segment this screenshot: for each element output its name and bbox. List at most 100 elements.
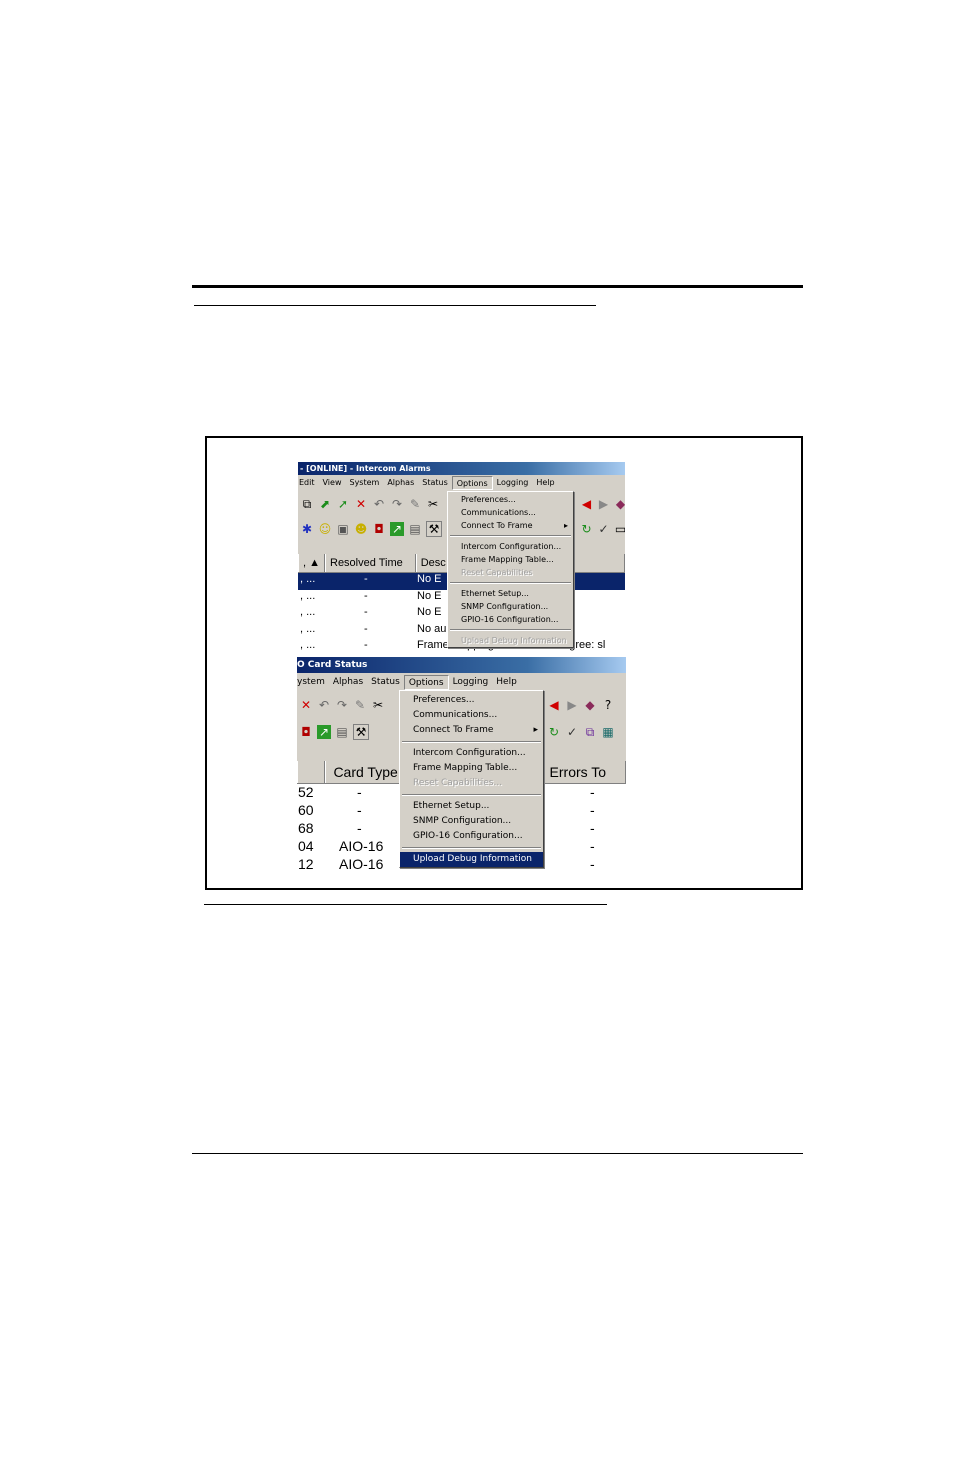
refresh-icon[interactable]: ↻ bbox=[580, 522, 593, 536]
cut-icon[interactable]: ✂ bbox=[426, 497, 440, 511]
star-icon[interactable]: ✱ bbox=[300, 522, 314, 536]
submenu-arrow-icon: ▸ bbox=[533, 725, 538, 735]
pencil-icon[interactable]: ✎ bbox=[353, 698, 367, 712]
pencil-icon[interactable]: ✎ bbox=[408, 497, 422, 511]
menu-item-reset-capabilities: Reset Capabilities... bbox=[413, 778, 503, 788]
window-title: - [ONLINE] - Intercom Alarms bbox=[300, 464, 431, 473]
arrow-icon[interactable]: ➚ bbox=[336, 497, 350, 511]
book-icon[interactable]: ◆ bbox=[614, 497, 625, 511]
col-header-resolved-time[interactable]: Resolved Time bbox=[325, 554, 416, 572]
menu-system[interactable]: System bbox=[345, 476, 383, 490]
redo-icon[interactable]: ↷ bbox=[335, 698, 349, 712]
redo-icon[interactable]: ↷ bbox=[390, 497, 404, 511]
clipboard-icon[interactable]: ▤ bbox=[335, 725, 349, 739]
menu-alphas[interactable]: Alphas bbox=[383, 476, 418, 490]
menu-item-reset-capabilities: Reset Capabilities bbox=[461, 568, 533, 577]
spellcheck-icon[interactable]: ✓ bbox=[565, 725, 579, 739]
tools-icon[interactable]: ⚒ bbox=[353, 724, 369, 740]
refresh-icon[interactable]: ↻ bbox=[547, 725, 561, 739]
toolbar-2-right: ↻ ✓ ⧉ ▦ bbox=[545, 720, 626, 744]
menu-separator bbox=[450, 535, 571, 537]
menu-item-upload-debug-information: Upload Debug Information bbox=[461, 636, 567, 645]
delete-icon[interactable]: ✕ bbox=[354, 497, 368, 511]
cut-icon[interactable]: ✂ bbox=[371, 698, 385, 712]
book-icon[interactable]: ◆ bbox=[583, 698, 597, 712]
menu-item-communications[interactable]: Communications... bbox=[448, 506, 573, 519]
menu-separator bbox=[450, 629, 571, 631]
caption-bottom-rule bbox=[204, 904, 607, 905]
menu-status[interactable]: Status bbox=[418, 476, 452, 490]
back-arrow-icon[interactable]: ◀ bbox=[547, 698, 561, 712]
menu-view[interactable]: View bbox=[319, 476, 346, 490]
green-box-icon[interactable]: ↗ bbox=[390, 522, 404, 536]
forward-arrow-icon[interactable]: ▶ bbox=[597, 497, 610, 511]
export-icon[interactable]: ⬈ bbox=[318, 497, 332, 511]
col-header-errors[interactable]: Errors To bbox=[540, 761, 626, 783]
back-arrow-icon[interactable]: ◀ bbox=[580, 497, 593, 511]
menu-item-gpio16-configuration[interactable]: GPIO-16 Configuration... bbox=[400, 829, 543, 844]
menu-alphas[interactable]: Alphas bbox=[329, 675, 367, 690]
padlock-icon[interactable]: ◘ bbox=[372, 522, 386, 536]
menu-help[interactable]: Help bbox=[532, 476, 558, 490]
help-cursor-icon[interactable]: ? bbox=[601, 698, 615, 712]
menu-bar: Edit View System Alphas Status Options L… bbox=[298, 476, 625, 490]
toolbar-1-right: ◀ ▶ ◆ ? bbox=[545, 693, 626, 717]
menu-status[interactable]: Status bbox=[367, 675, 404, 690]
menu-logging[interactable]: Logging bbox=[493, 476, 533, 490]
menu-item-gpio16-configuration[interactable]: GPIO-16 Configuration... bbox=[448, 613, 573, 626]
copy-icon[interactable]: ⧉ bbox=[583, 725, 597, 739]
users-icon[interactable]: ☻ bbox=[354, 522, 368, 536]
menu-item-communications[interactable]: Communications... bbox=[400, 708, 543, 723]
footer-rule bbox=[192, 1153, 803, 1154]
window-title-bar: O Card Status bbox=[297, 657, 626, 673]
network-icon[interactable]: ▦ bbox=[601, 725, 615, 739]
toolbar-2-right: ↻ ✓ ▭ bbox=[578, 517, 625, 541]
smiley-icon[interactable]: ☺ bbox=[318, 522, 332, 536]
menu-item-intercom-configuration[interactable]: Intercom Configuration... bbox=[400, 746, 543, 761]
menu-separator bbox=[402, 741, 541, 743]
menu-item-frame-mapping-table[interactable]: Frame Mapping Table... bbox=[448, 553, 573, 566]
menu-item-frame-mapping-table[interactable]: Frame Mapping Table... bbox=[400, 761, 543, 776]
menu-item-ethernet-setup[interactable]: Ethernet Setup... bbox=[448, 587, 573, 600]
window-title-bar: - [ONLINE] - Intercom Alarms bbox=[298, 462, 625, 475]
undo-icon[interactable]: ↶ bbox=[317, 698, 331, 712]
submenu-arrow-icon: ▸ bbox=[563, 521, 568, 530]
menu-logging[interactable]: Logging bbox=[449, 675, 493, 690]
undo-icon[interactable]: ↶ bbox=[372, 497, 386, 511]
menu-item-snmp-configuration[interactable]: SNMP Configuration... bbox=[448, 600, 573, 613]
spellcheck-icon[interactable]: ✓ bbox=[597, 522, 610, 536]
menu-item-preferences[interactable]: Preferences... bbox=[400, 693, 543, 708]
menu-help[interactable]: Help bbox=[492, 675, 521, 690]
menu-options[interactable]: Options bbox=[403, 675, 449, 690]
menu-edit[interactable]: Edit bbox=[298, 476, 319, 490]
menu-item-connect-to-frame[interactable]: Connect To Frame ▸ bbox=[448, 519, 573, 532]
menu-options[interactable]: Options bbox=[451, 476, 493, 490]
col-header-id[interactable] bbox=[297, 761, 325, 783]
toolbar-1-right: ◀ ▶ ◆ bbox=[578, 492, 625, 516]
clipboard-icon[interactable]: ▤ bbox=[408, 522, 422, 536]
tools-icon[interactable]: ⚒ bbox=[426, 521, 442, 537]
menu-item-intercom-configuration[interactable]: Intercom Configuration... bbox=[448, 540, 573, 553]
lock-icon[interactable]: ▣ bbox=[336, 522, 350, 536]
window-icon[interactable]: ▭ bbox=[614, 522, 625, 536]
menu-bar: ystem Alphas Status Options Logging Help bbox=[297, 675, 626, 690]
menu-separator bbox=[450, 582, 571, 584]
caption-top-rule bbox=[194, 305, 596, 306]
menu-item-upload-debug-information[interactable]: Upload Debug Information bbox=[400, 852, 543, 867]
padlock-icon[interactable]: ◘ bbox=[299, 725, 313, 739]
delete-icon[interactable]: ✕ bbox=[299, 698, 313, 712]
menu-item-ethernet-setup[interactable]: Ethernet Setup... bbox=[400, 799, 543, 814]
options-dropdown-2: Preferences... Communications... Connect… bbox=[399, 690, 544, 868]
copy-icon[interactable]: ⧉ bbox=[300, 497, 314, 511]
menu-item-snmp-configuration[interactable]: SNMP Configuration... bbox=[400, 814, 543, 829]
col-header-card-type[interactable]: Card Type bbox=[324, 761, 407, 783]
options-dropdown-1: Preferences... Communications... Connect… bbox=[447, 491, 574, 648]
window-title: O Card Status bbox=[297, 660, 368, 670]
forward-arrow-icon[interactable]: ▶ bbox=[565, 698, 579, 712]
menu-item-preferences[interactable]: Preferences... bbox=[448, 493, 573, 506]
menu-system[interactable]: ystem bbox=[297, 675, 329, 690]
green-box-icon[interactable]: ↗ bbox=[317, 725, 331, 739]
menu-item-connect-to-frame[interactable]: Connect To Frame ▸ bbox=[400, 723, 543, 738]
menu-separator bbox=[402, 847, 541, 849]
col-header-time[interactable]: , ▲ bbox=[298, 554, 325, 572]
